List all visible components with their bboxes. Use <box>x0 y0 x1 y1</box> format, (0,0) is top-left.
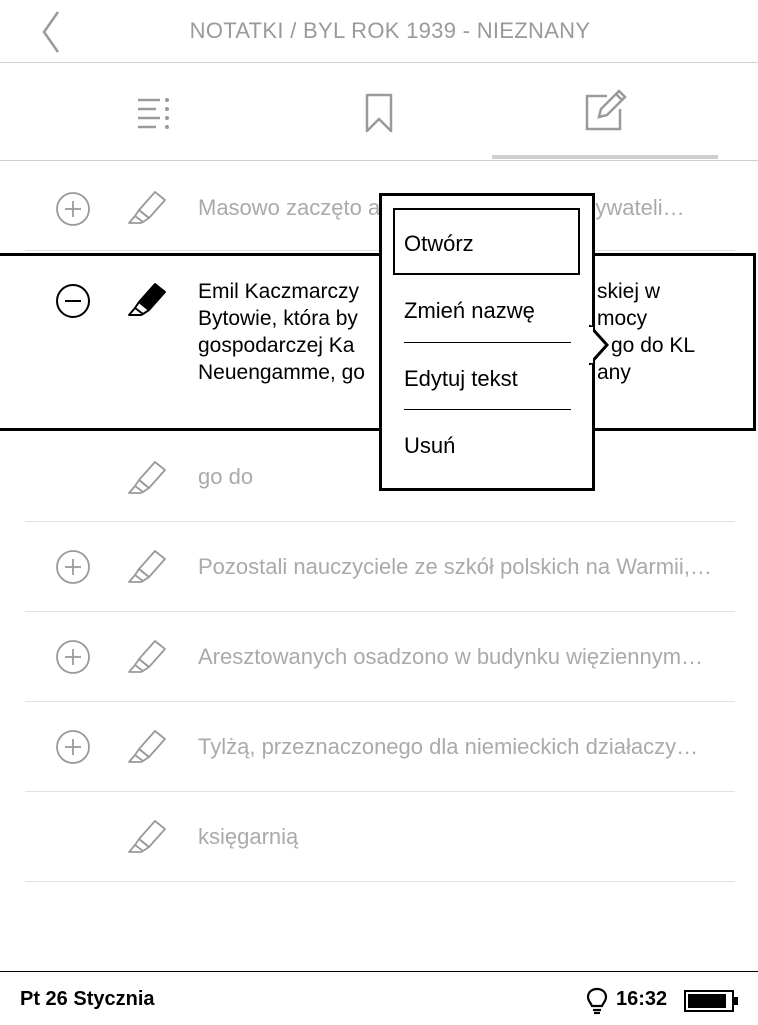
note-line: gospodarczej Ka <box>198 334 355 357</box>
highlighter-icon <box>128 191 166 224</box>
bulb-icon[interactable] <box>586 987 608 1015</box>
selected-note-item[interactable]: Emil Kaczmarczy Bytowie, która by gospod… <box>0 253 756 431</box>
expand-plus-icon[interactable] <box>55 191 91 227</box>
chevron-left-icon <box>42 11 60 53</box>
edit-note-icon <box>585 89 627 131</box>
bookmark-icon <box>365 93 393 133</box>
battery-level <box>688 994 726 1008</box>
highlighter-icon <box>128 461 166 494</box>
highlighter-icon <box>128 640 166 673</box>
note-line: Neuengamme, go <box>198 361 365 384</box>
popup-pointer <box>589 325 609 365</box>
tab-contents[interactable] <box>0 63 252 160</box>
menu-divider <box>404 409 571 410</box>
battery-icon <box>684 990 738 1012</box>
active-tab-indicator <box>492 155 718 159</box>
collapse-minus-icon[interactable] <box>55 283 91 319</box>
status-time: 16:32 <box>616 988 668 1010</box>
expand-plus-icon[interactable] <box>55 729 91 765</box>
list-item[interactable]: Tylżą, przeznaczonego dla niemieckich dz… <box>25 702 735 792</box>
note-line: Emil Kaczmarczy <box>198 280 360 303</box>
tab-bar <box>0 63 758 161</box>
tab-bookmarks[interactable] <box>252 63 492 160</box>
back-button[interactable] <box>30 8 74 56</box>
note-text: Aresztowanych osadzono w budynku więzien… <box>198 644 704 669</box>
list-item[interactable]: Aresztowanych osadzono w budynku więzien… <box>25 612 735 702</box>
note-text: księgarnią <box>198 824 299 849</box>
highlighter-icon <box>128 550 166 583</box>
menu-item-rename[interactable]: Zmień nazwę <box>404 298 535 324</box>
note-text: Tylżą, przeznaczonego dla niemieckich dz… <box>198 734 699 759</box>
note-text: Pozostali nauczyciele ze szkół polskich … <box>198 554 712 579</box>
expand-plus-icon[interactable] <box>55 549 91 585</box>
menu-item-delete[interactable]: Usuń <box>404 433 455 459</box>
menu-item-edit-text[interactable]: Edytuj tekst <box>404 366 518 392</box>
highlighter-icon <box>128 730 166 763</box>
note-line-tail: skiej w <box>597 280 661 303</box>
menu-focus-highlight <box>393 208 580 275</box>
expand-plus-icon[interactable] <box>55 639 91 675</box>
list-icon <box>138 98 169 129</box>
status-bar: Pt 26 Stycznia 16:32 <box>0 971 758 1025</box>
status-date: Pt 26 Stycznia <box>20 988 155 1010</box>
list-item[interactable]: Pozostali nauczyciele ze szkół polskich … <box>25 522 735 612</box>
note-line: Bytowie, która by <box>198 307 358 330</box>
highlighter-icon <box>128 820 166 853</box>
page-title: NOTATKI / BYL ROK 1939 - NIEZNANY <box>189 18 591 43</box>
tab-notes[interactable] <box>492 63 718 160</box>
highlighter-icon <box>128 283 166 316</box>
note-line-tail: go do KL <box>611 334 696 357</box>
list-item[interactable]: księgarnią <box>25 792 735 882</box>
header-bar: NOTATKI / BYL ROK 1939 - NIEZNANY <box>0 0 758 63</box>
menu-divider <box>404 342 571 343</box>
